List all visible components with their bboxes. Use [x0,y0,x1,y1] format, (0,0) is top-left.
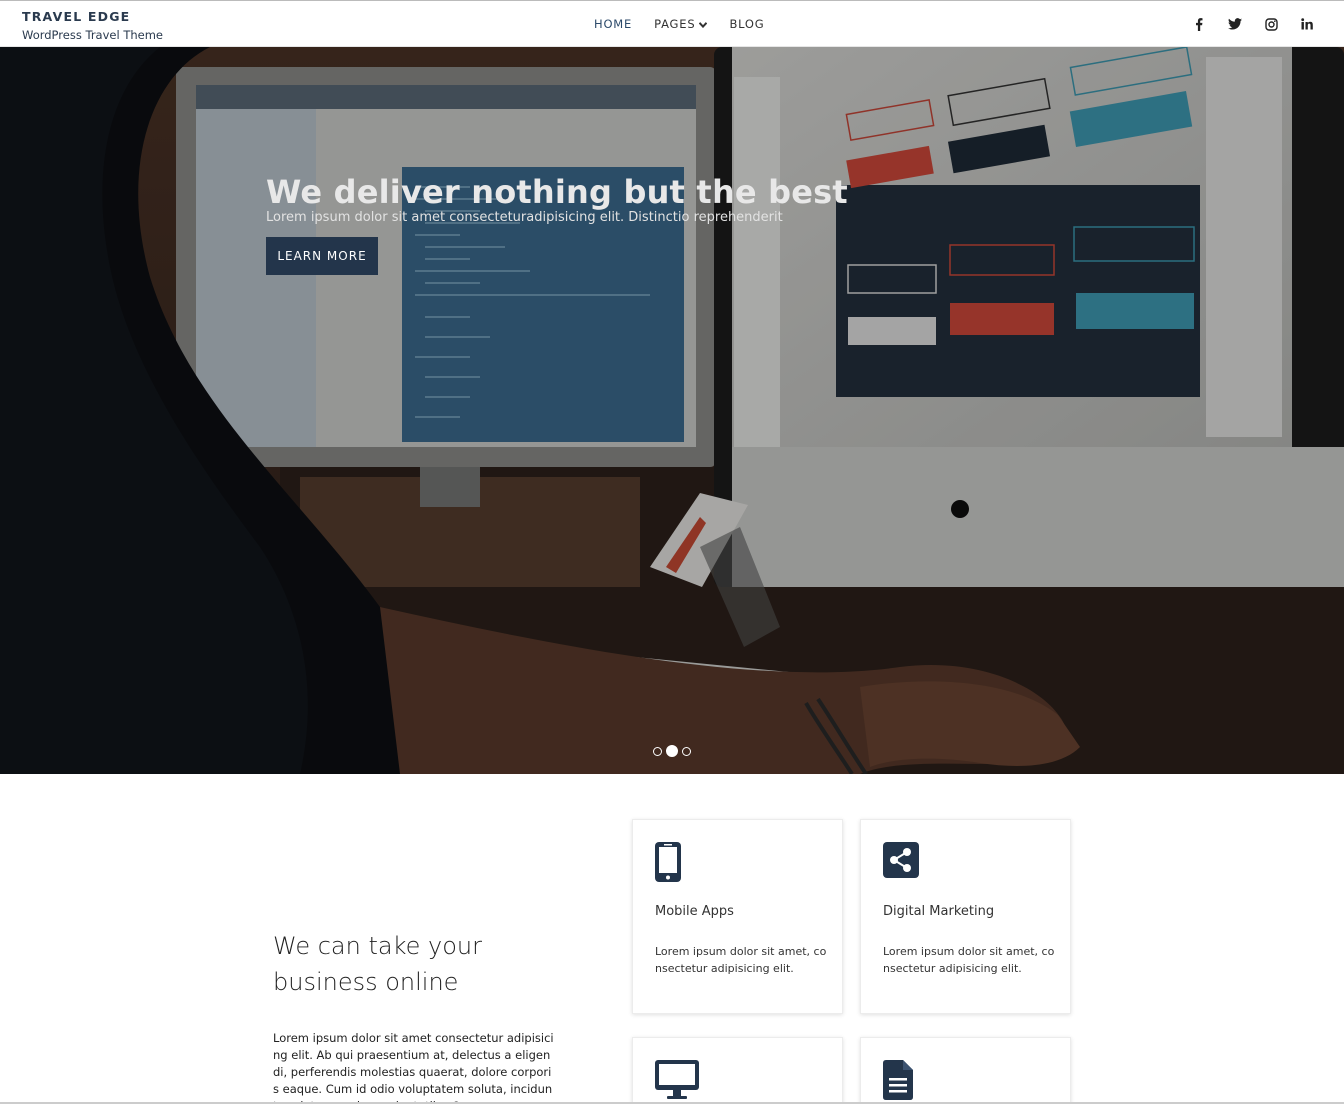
slider-dot-1[interactable] [653,746,662,756]
service-text: Lorem ipsum dolor sit amet, consectetur … [655,945,827,975]
service-text: Lorem ipsum dolor sit amet, consectetur … [883,945,1055,975]
brand[interactable]: TRAVEL EDGE WordPress Travel Theme [22,9,163,42]
nav-item-home[interactable]: HOME [594,17,632,31]
site-title[interactable]: TRAVEL EDGE [22,9,163,24]
nav-item-blog[interactable]: BLOG [729,17,764,31]
hero-text: Lorem ipsum dolor sit amet consecteturad… [266,210,783,225]
service-card-mobile-apps[interactable]: Mobile Apps Lorem ipsum dolor sit amet, … [632,819,843,1014]
linkedin-icon[interactable] [1300,17,1314,31]
intro-heading-line: business online [273,968,459,996]
learn-more-button[interactable]: LEARN MORE [266,237,378,275]
intro-section: We can take your business online Lorem i… [273,928,555,1104]
nav-item-pages[interactable]: PAGES [654,17,708,31]
nav-item-label: PAGES [654,17,696,31]
nav-item-label: BLOG [729,17,765,31]
hero-slider: We deliver nothing but the best Lorem ip… [0,47,1344,774]
site-header: TRAVEL EDGE WordPress Travel Theme HOME … [0,0,1344,47]
share-icon [883,842,919,882]
site-tagline: WordPress Travel Theme [22,28,163,42]
document-icon [883,1060,913,1104]
chevron-down-icon [699,17,708,31]
twitter-icon[interactable] [1228,17,1242,31]
service-title: Digital Marketing [883,904,995,919]
intro-heading: We can take your business online [273,928,555,1000]
slider-dot-2[interactable] [666,745,678,757]
service-card-desktop[interactable] [632,1037,843,1104]
service-card-digital-marketing[interactable]: Digital Marketing Lorem ipsum dolor sit … [860,819,1071,1014]
instagram-icon[interactable] [1264,17,1278,31]
hero-background-image [0,47,1344,774]
desktop-icon [655,1060,699,1104]
service-title: Mobile Apps [655,904,734,919]
main-nav: HOME PAGES BLOG [594,17,787,31]
facebook-icon[interactable] [1192,17,1206,31]
mobile-icon [655,842,681,886]
slider-dots [653,745,691,757]
slider-dot-3[interactable] [682,746,691,756]
social-links [1192,17,1314,31]
hero-title: We deliver nothing but the best [266,173,848,211]
service-card-document[interactable] [860,1037,1071,1104]
intro-body: Lorem ipsum dolor sit amet consectetur a… [273,1031,554,1104]
intro-heading-line: We can take your [273,932,482,960]
nav-item-label: HOME [594,17,633,31]
